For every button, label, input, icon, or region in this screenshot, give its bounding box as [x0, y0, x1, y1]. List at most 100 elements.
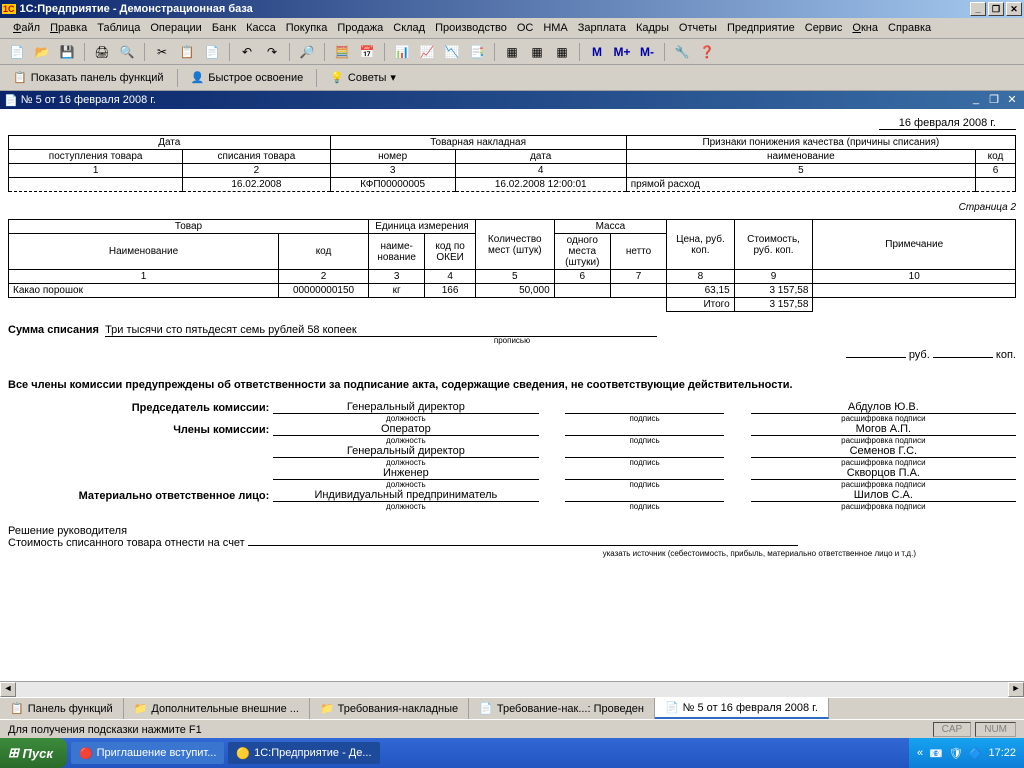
- th: наиме-нование: [369, 234, 425, 270]
- cell: 16.02.2008 12:00:01: [455, 178, 626, 192]
- menu-warehouse[interactable]: Склад: [388, 20, 430, 36]
- m-icon[interactable]: M: [586, 41, 608, 63]
- menu-os[interactable]: ОС: [512, 20, 539, 36]
- document-area[interactable]: 16 февраля 2008 г. Дата Товарная накладн…: [0, 109, 1024, 681]
- undo-icon[interactable]: ↶: [236, 41, 258, 63]
- cut-icon[interactable]: ✂: [151, 41, 173, 63]
- tray-icon[interactable]: 📧: [929, 747, 943, 760]
- page-number: Страница 2: [8, 202, 1016, 213]
- doc-restore-button[interactable]: ❐: [986, 93, 1002, 107]
- settings-icon[interactable]: 🔧: [671, 41, 693, 63]
- status-num: NUM: [975, 722, 1016, 737]
- th: Наименование: [9, 234, 279, 270]
- wintab-invoice[interactable]: 📄 Требование-нак...: Проведен: [469, 698, 655, 719]
- task-button[interactable]: 🔴 Приглашение вступит...: [71, 742, 224, 764]
- wintab-external[interactable]: 📁 Дополнительные внешние ...: [124, 698, 310, 719]
- menu-windows[interactable]: Окна: [847, 20, 883, 36]
- tool-icon[interactable]: 📈: [416, 41, 438, 63]
- menu-staff[interactable]: Кадры: [631, 20, 674, 36]
- redo-icon[interactable]: ↷: [261, 41, 283, 63]
- new-icon[interactable]: 📄: [6, 41, 28, 63]
- doc-minimize-button[interactable]: _: [968, 93, 984, 107]
- wintab-panel[interactable]: 📋 Панель функций: [0, 698, 124, 719]
- m-plus-icon[interactable]: M+: [611, 41, 633, 63]
- item-qty: 50,000: [475, 284, 554, 298]
- document-titlebar: 📄 № 5 от 16 февраля 2008 г. _ ❐ ✕: [0, 91, 1024, 109]
- warning-text: Все члены комиссии предупреждены об отве…: [8, 379, 1016, 391]
- item-price: 63,15: [667, 284, 735, 298]
- scroll-right-button[interactable]: ►: [1008, 682, 1024, 697]
- tray-clock[interactable]: 17:22: [988, 747, 1016, 759]
- paste-icon[interactable]: 📄: [201, 41, 223, 63]
- colnum: 9: [734, 270, 813, 284]
- sum-under: прописью: [8, 336, 1016, 345]
- find-icon[interactable]: 🔎: [296, 41, 318, 63]
- total-label: Итого: [667, 298, 735, 312]
- task-button-active[interactable]: 🟡 1С:Предприятие - Де...: [228, 742, 379, 764]
- hdr-code: код: [976, 150, 1016, 164]
- horizontal-scrollbar[interactable]: ◄ ►: [0, 681, 1024, 697]
- item-cost: 3 157,58: [734, 284, 813, 298]
- menu-salary[interactable]: Зарплата: [573, 20, 631, 36]
- minimize-button[interactable]: _: [970, 2, 986, 16]
- tray-icon[interactable]: «: [917, 747, 923, 759]
- sum-line: Сумма списания Три тысячи сто пятьдесят …: [8, 324, 1016, 336]
- m-minus-icon[interactable]: M-: [636, 41, 658, 63]
- wintab-current[interactable]: 📄 № 5 от 16 февраля 2008 г.: [655, 698, 829, 719]
- menu-enterprise[interactable]: Предприятие: [722, 20, 800, 36]
- sig-position: Индивидуальный предприниматель: [273, 489, 538, 502]
- close-button[interactable]: ✕: [1006, 2, 1022, 16]
- hdr-invoice: Товарная накладная: [330, 136, 626, 150]
- menu-nma[interactable]: НМА: [538, 20, 572, 36]
- doc-close-button[interactable]: ✕: [1004, 93, 1020, 107]
- show-panel-button[interactable]: 📋 Показать панель функций: [6, 67, 171, 89]
- menu-reports[interactable]: Отчеты: [674, 20, 722, 36]
- menu-help[interactable]: Справка: [883, 20, 936, 36]
- scroll-left-button[interactable]: ◄: [0, 682, 16, 697]
- menu-edit[interactable]: Правка: [45, 20, 92, 36]
- doc-title: № 5 от 16 февраля 2008 г.: [21, 94, 156, 106]
- signatures-table: Председатель комиссии: Генеральный дирек…: [8, 401, 1016, 511]
- tool-icon[interactable]: ▦: [526, 41, 548, 63]
- cell: прямой расход: [626, 178, 975, 192]
- menu-sale[interactable]: Продажа: [332, 20, 388, 36]
- save-icon[interactable]: 💾: [56, 41, 78, 63]
- menu-operations[interactable]: Операции: [145, 20, 206, 36]
- menu-production[interactable]: Производство: [430, 20, 512, 36]
- tool-icon[interactable]: 📑: [466, 41, 488, 63]
- tray-icon[interactable]: 🛡: [949, 747, 963, 760]
- th: одного места (штуки): [554, 234, 610, 270]
- tool-icon[interactable]: 📉: [441, 41, 463, 63]
- menu-file[interactable]: Файл: [8, 20, 45, 36]
- open-icon[interactable]: 📂: [31, 41, 53, 63]
- tool-icon[interactable]: ▦: [551, 41, 573, 63]
- th: Единица измерения: [369, 220, 476, 234]
- sig-name: Семенов Г.С.: [751, 445, 1016, 458]
- print-icon[interactable]: 🖨: [91, 41, 113, 63]
- restore-button[interactable]: ❐: [988, 2, 1004, 16]
- tool-icon[interactable]: 📊: [391, 41, 413, 63]
- quick-learn-button[interactable]: 👤 Быстрое освоение: [184, 67, 311, 89]
- menu-table[interactable]: Таблица: [92, 20, 145, 36]
- system-tray[interactable]: « 📧 🛡 🔷 17:22: [909, 738, 1024, 768]
- th: Количество мест (штук): [475, 220, 554, 270]
- tool-icon[interactable]: ▦: [501, 41, 523, 63]
- menu-purchase[interactable]: Покупка: [281, 20, 333, 36]
- tray-icon[interactable]: 🔷: [969, 747, 983, 760]
- colnum: 2: [279, 270, 369, 284]
- tips-button[interactable]: 💡 Советы ▾: [323, 67, 403, 89]
- calendar-icon[interactable]: 📅: [356, 41, 378, 63]
- copy-icon[interactable]: 📋: [176, 41, 198, 63]
- colnum: 8: [667, 270, 735, 284]
- menu-service[interactable]: Сервис: [800, 20, 848, 36]
- start-button[interactable]: ⊞ Пуск: [0, 738, 67, 768]
- wintab-invoices[interactable]: 📁 Требования-накладные: [310, 698, 469, 719]
- doc-icon: 📄: [4, 94, 18, 107]
- menu-bank[interactable]: Банк: [207, 20, 241, 36]
- calc-icon[interactable]: 🧮: [331, 41, 353, 63]
- th: Стоимость, руб. коп.: [734, 220, 813, 270]
- help-icon[interactable]: ❓: [696, 41, 718, 63]
- toolbar-secondary: 📋 Показать панель функций 👤 Быстрое осво…: [0, 65, 1024, 91]
- menu-cash[interactable]: Касса: [241, 20, 281, 36]
- preview-icon[interactable]: 🔍: [116, 41, 138, 63]
